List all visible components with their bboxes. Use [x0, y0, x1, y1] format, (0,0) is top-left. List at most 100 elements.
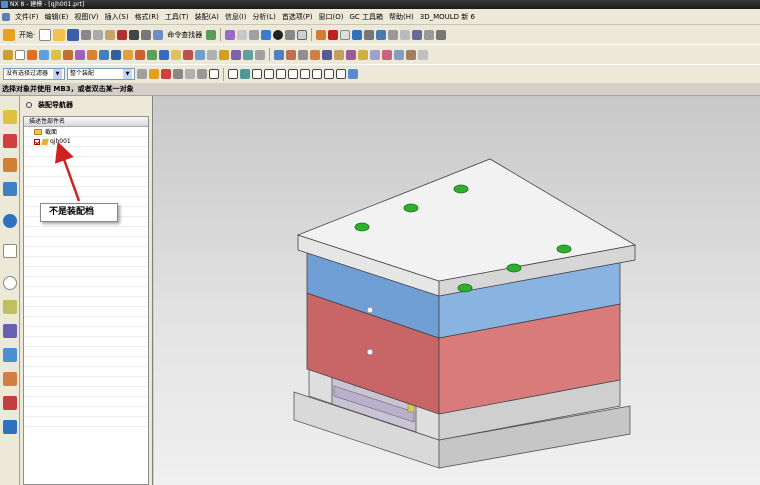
component-select-icon[interactable] — [348, 69, 358, 79]
new-file-icon[interactable] — [39, 28, 52, 41]
move-icon[interactable] — [75, 49, 85, 60]
drawing-icon[interactable] — [243, 49, 253, 60]
menu-information[interactable]: 信息(I) — [222, 12, 250, 22]
undo-icon[interactable] — [129, 29, 140, 40]
red-cube-icon[interactable] — [328, 29, 339, 40]
cube-icon[interactable] — [274, 49, 284, 60]
select-all-icon[interactable] — [149, 69, 159, 79]
menu-window[interactable]: 窗口(O) — [316, 12, 347, 22]
constraint-navigator-icon[interactable] — [3, 134, 17, 148]
slide-icon[interactable] — [159, 49, 169, 60]
copy-icon[interactable] — [93, 29, 104, 40]
existing-point-icon[interactable] — [312, 69, 322, 79]
datum-icon[interactable] — [225, 29, 236, 40]
cooling-icon[interactable] — [147, 49, 157, 60]
ejector-icon[interactable] — [171, 49, 181, 60]
roles-icon[interactable] — [3, 372, 17, 386]
menu-insert[interactable]: 插入(S) — [102, 12, 132, 22]
rectangle-select-icon[interactable] — [173, 69, 183, 79]
section-icon[interactable] — [400, 29, 411, 40]
layer-icon[interactable] — [376, 29, 387, 40]
control-point-icon[interactable] — [264, 69, 274, 79]
clock-icon[interactable] — [3, 276, 17, 290]
pin-icon[interactable] — [26, 102, 32, 108]
feature-icon[interactable] — [27, 49, 37, 60]
mid-point-icon[interactable] — [252, 69, 262, 79]
quadrant-icon[interactable] — [300, 69, 310, 79]
block-icon[interactable] — [261, 29, 272, 40]
open-folder-icon[interactable] — [53, 28, 66, 41]
render-style-icon[interactable] — [285, 29, 296, 40]
web-browser-icon[interactable] — [3, 214, 17, 228]
electrode-icon[interactable] — [207, 49, 217, 60]
menu-edit[interactable]: 编辑(E) — [42, 12, 72, 22]
selection-filter-dropdown[interactable]: 没有选择过滤器 ▼ — [3, 68, 65, 80]
tree-row-part[interactable]: qjh001 — [24, 137, 148, 147]
system-scenes-icon[interactable] — [3, 396, 17, 410]
revolve-icon[interactable] — [249, 29, 260, 40]
menu-3d-mould[interactable]: 3D_MOULD 新 6 — [417, 12, 478, 22]
boolean-icon[interactable] — [382, 49, 392, 60]
snap-point-icon[interactable] — [228, 69, 238, 79]
menu-analysis[interactable]: 分析(L) — [249, 12, 278, 22]
start-button[interactable]: 开始· — [19, 30, 35, 40]
delete-icon[interactable] — [117, 29, 128, 40]
deselect-icon[interactable] — [161, 69, 171, 79]
menu-format[interactable]: 格式(R) — [132, 12, 162, 22]
component-icon[interactable] — [51, 49, 61, 60]
selection-scope-dropdown[interactable]: 整个装配 ▼ — [67, 68, 135, 80]
process-studio-icon[interactable] — [3, 324, 17, 338]
tool-icon[interactable] — [364, 29, 375, 40]
split-icon[interactable] — [394, 49, 404, 60]
menu-gc-toolkit[interactable]: GC 工具箱 — [346, 12, 386, 22]
shade-icon[interactable] — [273, 29, 284, 40]
select-face-icon[interactable] — [197, 69, 207, 79]
end-point-icon[interactable] — [240, 69, 250, 79]
runner-icon[interactable] — [195, 49, 205, 60]
lasso-icon[interactable] — [185, 69, 195, 79]
assembly-icon[interactable] — [39, 49, 49, 60]
column-header[interactable]: 描述性部件名 — [24, 117, 148, 127]
menu-assemblies[interactable]: 装配(A) — [192, 12, 222, 22]
measure-icon[interactable] — [388, 29, 399, 40]
white-cube-icon[interactable] — [340, 29, 351, 40]
save-icon[interactable] — [67, 28, 80, 41]
select-box-icon[interactable] — [209, 69, 219, 79]
paste-icon[interactable] — [105, 29, 116, 40]
tree-row-sections[interactable]: 截面 — [24, 127, 148, 137]
sheet-icon[interactable] — [15, 49, 25, 60]
visibility-checkbox[interactable] — [34, 138, 40, 145]
pattern-icon[interactable] — [406, 49, 416, 60]
reuse-library-icon[interactable] — [3, 182, 17, 196]
mirror-icon[interactable] — [87, 49, 97, 60]
palette-icon[interactable] — [3, 420, 17, 434]
standard-part-icon[interactable] — [219, 49, 229, 60]
app-menu-icon[interactable] — [2, 12, 10, 21]
orient-icon[interactable] — [316, 29, 327, 40]
bom-icon[interactable] — [255, 49, 265, 60]
array-icon[interactable] — [99, 49, 109, 60]
command-finder-button[interactable]: 命令查找器 — [167, 30, 202, 40]
trim-icon[interactable] — [298, 49, 308, 60]
insert-icon[interactable] — [135, 49, 145, 60]
grid-icon[interactable] — [412, 29, 423, 40]
part-navigator-icon[interactable] — [3, 158, 17, 172]
command-finder-icon[interactable] — [153, 29, 164, 40]
cut-icon[interactable] — [81, 29, 92, 40]
menu-file[interactable]: 文件(F) — [12, 12, 42, 22]
chamfer-icon[interactable] — [334, 49, 344, 60]
pocket-icon[interactable] — [231, 49, 241, 60]
general-select-icon[interactable] — [137, 69, 147, 79]
more-icon[interactable] — [418, 49, 428, 60]
blue-block-icon[interactable] — [352, 29, 363, 40]
graphics-window[interactable] — [154, 96, 760, 485]
offset-icon[interactable] — [322, 49, 332, 60]
start-icon[interactable] — [3, 28, 15, 41]
snap-icon[interactable] — [424, 29, 435, 40]
point-on-curve-icon[interactable] — [324, 69, 334, 79]
intersection-icon[interactable] — [276, 69, 286, 79]
mold-icon[interactable] — [123, 49, 133, 60]
sew-icon[interactable] — [310, 49, 320, 60]
gate-icon[interactable] — [183, 49, 193, 60]
menu-preferences[interactable]: 首选项(P) — [279, 12, 316, 22]
